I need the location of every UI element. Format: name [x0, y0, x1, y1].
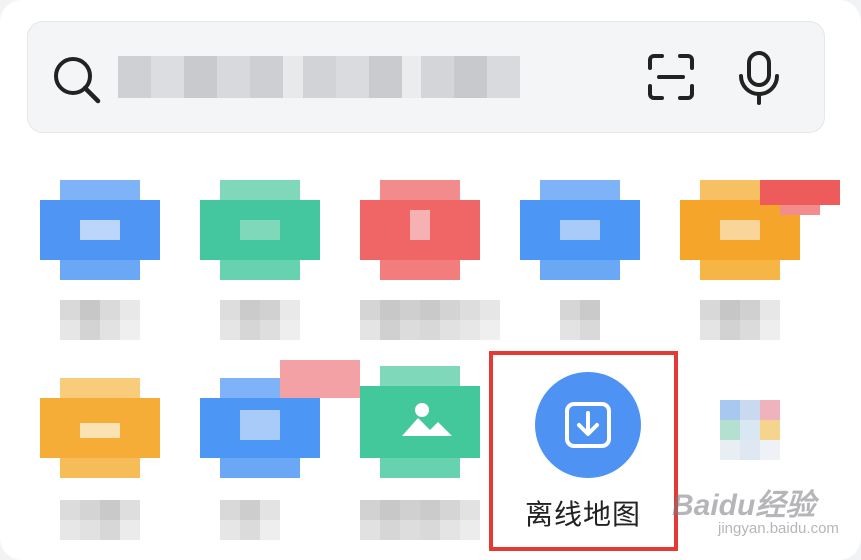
- baidu-jingyan-watermark: Baidu经验 jingyan.baidu.com: [672, 478, 852, 548]
- app-icon-4[interactable]: [520, 180, 640, 300]
- app-icon-3[interactable]: [360, 180, 480, 300]
- scan-icon[interactable]: [646, 52, 696, 102]
- search-icon[interactable]: [50, 54, 106, 104]
- search-placeholder-obscured[interactable]: [118, 56, 521, 98]
- app-icon-8[interactable]: [360, 366, 480, 486]
- app-label-8: [360, 500, 480, 540]
- app-icon-5[interactable]: [680, 175, 840, 295]
- app-panel: 离线地图 Baidu经验 jingyan.baidu.com: [0, 0, 861, 560]
- app-icon-2[interactable]: [200, 180, 320, 300]
- app-icon-7[interactable]: [200, 360, 360, 480]
- app-label-3: [360, 300, 500, 340]
- app-label-5: [700, 300, 780, 340]
- watermark-subtext: jingyan.baidu.com: [718, 520, 839, 537]
- app-label-7: [220, 500, 280, 540]
- app-icon-6[interactable]: [40, 378, 160, 498]
- microphone-icon[interactable]: [737, 50, 781, 106]
- app-icon-1[interactable]: [40, 180, 160, 300]
- watermark-text: Baidu经验: [672, 489, 816, 522]
- app-label-6: [60, 500, 140, 540]
- highlight-box: [489, 351, 678, 551]
- app-label-4: [560, 300, 600, 340]
- app-label-1: [60, 300, 140, 340]
- app-label-2: [220, 300, 300, 340]
